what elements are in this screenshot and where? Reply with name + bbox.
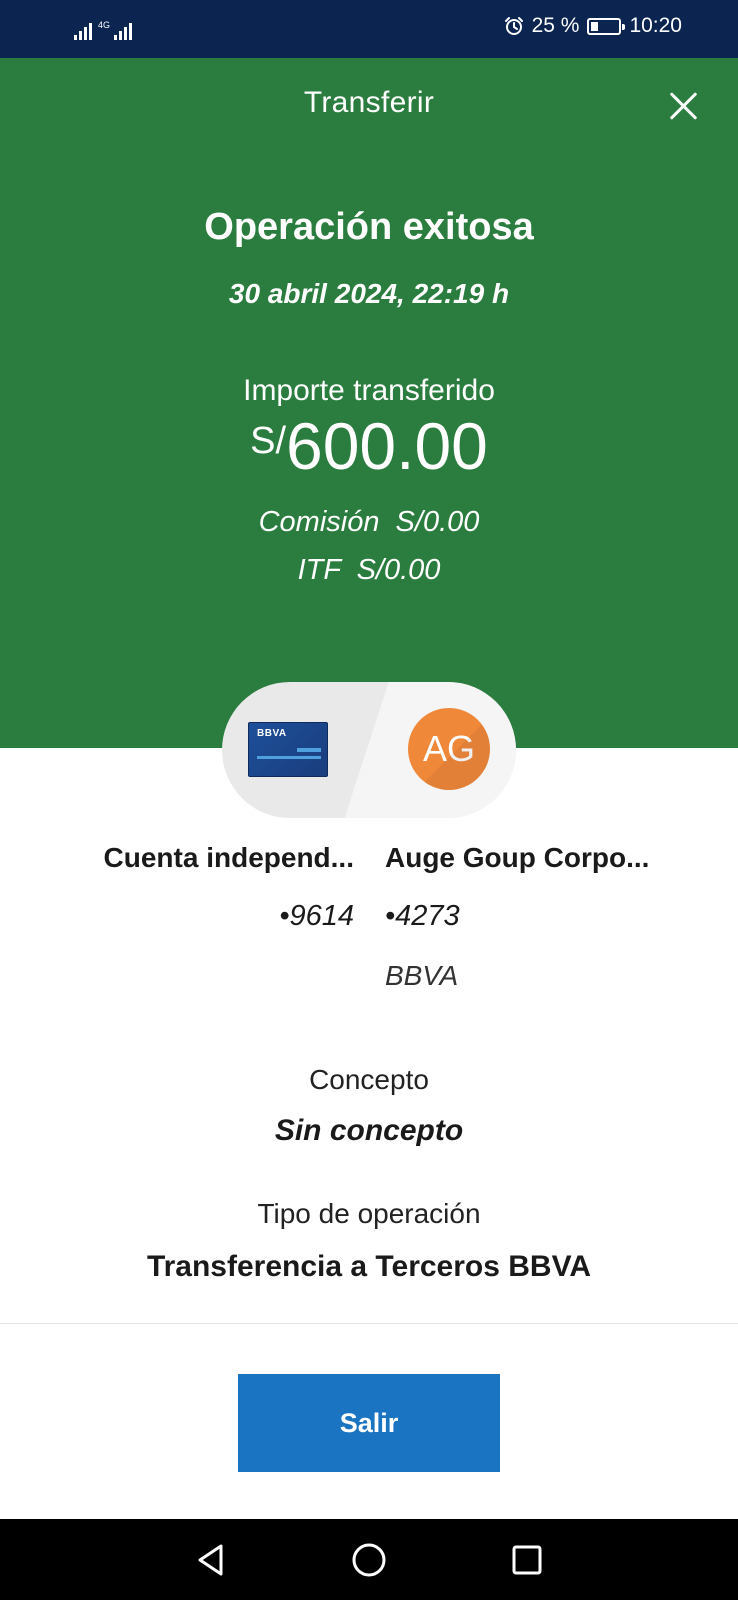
- bank-card-icon: BBVA: [248, 722, 328, 777]
- transfer-parties-pill: BBVA AG: [222, 682, 516, 818]
- back-icon[interactable]: [192, 1541, 230, 1579]
- recipient-avatar: AG: [408, 708, 490, 790]
- recipient-name: Auge Goup Corpo...: [385, 842, 650, 873]
- card-stripe: [257, 756, 321, 759]
- status-bar: 4G 25 % 10:20: [0, 0, 738, 58]
- battery-percent: 25 %: [531, 14, 580, 37]
- recipient-bank: BBVA: [385, 960, 459, 991]
- footer: Salir: [0, 1323, 738, 1519]
- card-logo: BBVA: [257, 728, 287, 739]
- signal-group: 4G: [74, 16, 133, 40]
- amount-value: 600.00: [286, 409, 488, 483]
- concept-label: Concepto: [309, 1064, 429, 1095]
- itf-text: ITF S/0.00: [297, 554, 441, 586]
- recipient-account-number: •4273: [385, 900, 460, 932]
- page-title: Transferir: [303, 86, 435, 119]
- navigation-bar: [0, 1519, 738, 1600]
- recent-apps-icon[interactable]: [508, 1541, 546, 1579]
- screen: 4G 25 % 10:20 Transferir Operación exito…: [0, 0, 738, 1600]
- concept-value: Sin concepto: [274, 1114, 464, 1147]
- card-stripe: [297, 748, 321, 752]
- currency-symbol: S/: [250, 420, 287, 462]
- clock: 10:20: [629, 14, 682, 37]
- close-icon[interactable]: [666, 88, 702, 124]
- source-account-name: Cuenta independ...: [103, 842, 354, 873]
- success-header: Transferir Operación exitosa 30 abril 20…: [0, 58, 738, 748]
- commission-text: Comisión S/0.00: [258, 506, 480, 538]
- status-right: 25 % 10:20: [504, 14, 682, 38]
- exit-button[interactable]: Salir: [238, 1374, 500, 1472]
- amount-display: S/600.00: [0, 408, 738, 484]
- battery-icon: [587, 17, 626, 35]
- operation-type-value: Transferencia a Terceros BBVA: [146, 1250, 592, 1283]
- amount-label: Importe transferido: [243, 374, 495, 407]
- operation-type-label: Tipo de operación: [257, 1198, 481, 1229]
- source-account-number: •9614: [279, 900, 354, 932]
- home-icon[interactable]: [350, 1541, 388, 1579]
- signal-icon: [114, 20, 133, 40]
- network-type: 4G: [98, 20, 111, 30]
- alarm-icon: [504, 17, 523, 35]
- operation-datetime: 30 abril 2024, 22:19 h: [228, 278, 510, 309]
- signal-icon: [74, 20, 92, 40]
- success-title: Operación exitosa: [204, 206, 534, 248]
